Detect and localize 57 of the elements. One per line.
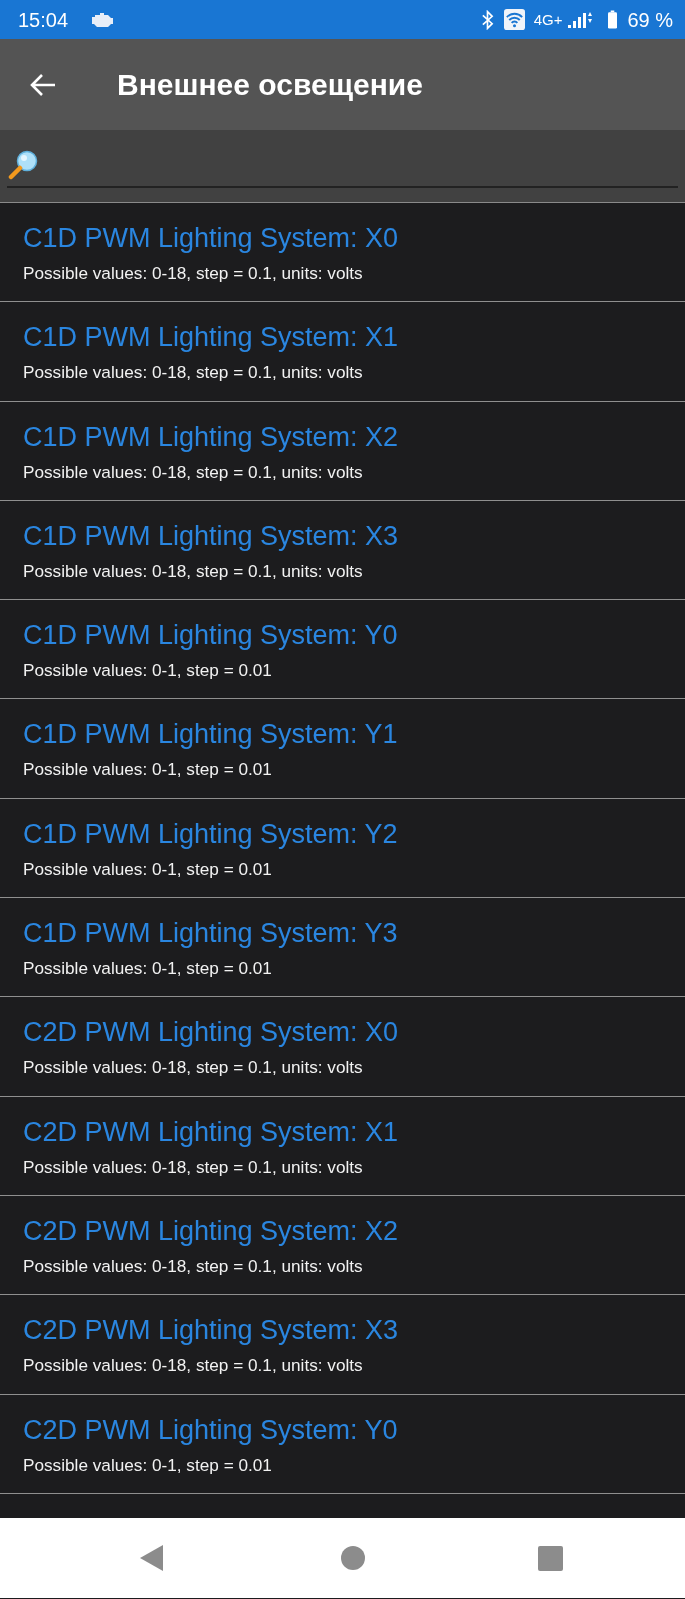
item-title: C1D PWM Lighting System: X1 — [23, 321, 400, 354]
search-icon — [8, 150, 38, 180]
clock-time: 15:04 — [18, 9, 69, 30]
item-title: C2D PWM Lighting System: Y0 — [23, 1413, 399, 1446]
item-subtitle: Possible values: 0-1, step = 0.01 — [23, 1454, 273, 1476]
item-title: C1D PWM Lighting System: X2 — [23, 420, 400, 453]
list-item[interactable]: C1D PWM Lighting System: Y3 Possible values: 0-1, step = 0.01 — [0, 898, 685, 998]
item-subtitle: Possible values: 0-1, step = 0.01 — [23, 759, 273, 781]
home-circle-icon — [341, 1546, 365, 1570]
list-item[interactable]: C1D PWM Lighting System: X2 Possible values: 0-18, step = 0.1, units: volts — [0, 401, 685, 501]
list-item[interactable]: C1D PWM Lighting System: Y0 Possible values: 0-1, step = 0.01 — [0, 600, 685, 700]
item-subtitle: Possible values: 0-18, step = 0.1, units: volts — [23, 1255, 364, 1277]
item-title: C1D PWM Lighting System: X3 — [23, 519, 400, 552]
item-title: C2D PWM Lighting System: X1 — [23, 1115, 400, 1148]
screen-title: Внешнее освещение — [117, 69, 423, 100]
list-item[interactable]: C1D PWM Lighting System: X3 Possible values: 0-18, step = 0.1, units: volts — [0, 500, 685, 601]
list-item[interactable]: C2D PWM Lighting System: Y0 Possible values: 0-1, step = 0.01 — [0, 1394, 685, 1494]
nav-back-button[interactable] — [140, 1545, 163, 1571]
item-subtitle: Possible values: 0-18, step = 0.1, units: volts — [23, 1156, 364, 1178]
back-arrow-icon — [29, 72, 57, 97]
item-subtitle: Possible values: 0-18, step = 0.1, units: volts — [23, 1355, 364, 1377]
list-item[interactable]: C2D PWM Lighting System: X2 Possible values: 0-18, step = 0.1, units: volts — [0, 1195, 685, 1296]
list-item[interactable]: C1D PWM Lighting System: Y1 Possible values: 0-1, step = 0.01 — [0, 699, 685, 799]
network-type: 4G+ — [533, 12, 563, 27]
item-subtitle: Possible values: 0-18, step = 0.1, units: volts — [23, 560, 364, 582]
battery-percent: 69 % — [627, 9, 673, 30]
list-item[interactable]: C1D PWM Lighting System: Y2 Possible values: 0-1, step = 0.01 — [0, 798, 685, 899]
item-title: C1D PWM Lighting System: X0 — [23, 222, 400, 254]
list-item[interactable]: C1D PWM Lighting System: X1 Possible values: 0-18, step = 0.1, units: volts — [0, 302, 685, 402]
item-subtitle: Possible values: 0-1, step = 0.01 — [23, 858, 273, 880]
list-item[interactable]: C2D PWM Lighting System: X0 Possible values: 0-18, step = 0.1, units: volts — [0, 997, 685, 1097]
nav-recents-button[interactable] — [538, 1545, 563, 1571]
item-subtitle: Possible values: 0-1, step = 0.01 — [23, 660, 273, 682]
item-subtitle: Possible values: 0-1, step = 0.01 — [23, 958, 273, 980]
item-subtitle: Possible values: 0-18, step = 0.1, units: volts — [23, 1057, 364, 1079]
back-button[interactable] — [29, 72, 57, 97]
item-subtitle: Possible values: 0-18, step = 0.1, units: volts — [23, 263, 364, 284]
item-title: C2D PWM Lighting System: X3 — [23, 1314, 400, 1347]
recents-square-icon — [538, 1545, 563, 1571]
engine-icon — [92, 12, 115, 27]
list-item[interactable]: C2D PWM Lighting System: X1 Possible values: 0-18, step = 0.1, units: volts — [0, 1096, 685, 1196]
list-item[interactable]: C1D PWM Lighting System: X0 Possible values: 0-18, step = 0.1, units: volts — [0, 203, 685, 303]
item-subtitle: Possible values: 0-18, step = 0.1, units: volts — [23, 461, 364, 483]
wifi-icon — [503, 9, 525, 30]
list-item[interactable]: C2D PWM Lighting System: X3 Possible values: 0-18, step = 0.1, units: volts — [0, 1295, 685, 1395]
back-triangle-icon — [140, 1545, 163, 1571]
bluetooth-icon — [480, 9, 494, 30]
item-title: C1D PWM Lighting System: Y1 — [23, 718, 399, 751]
item-subtitle: Possible values: 0-18, step = 0.1, units: volts — [23, 362, 364, 384]
item-title: C1D PWM Lighting System: Y0 — [23, 619, 399, 652]
nav-home-button[interactable] — [341, 1546, 365, 1570]
item-title: C2D PWM Lighting System: X0 — [23, 1016, 400, 1049]
battery-icon — [608, 10, 618, 29]
item-title: C2D PWM Lighting System: X2 — [23, 1214, 400, 1247]
signal-icon — [568, 10, 593, 29]
item-title: C1D PWM Lighting System: Y3 — [23, 917, 399, 950]
item-title: C1D PWM Lighting System: Y2 — [23, 817, 399, 850]
